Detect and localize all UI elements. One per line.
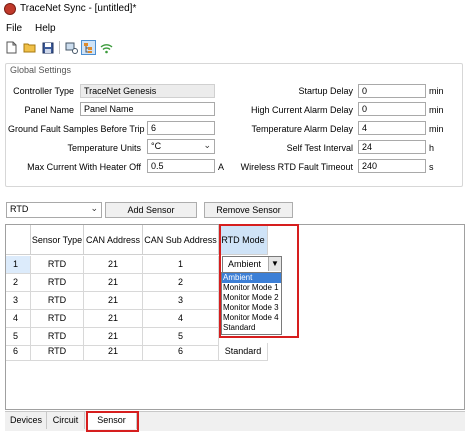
sensor-type-cell[interactable]: RTD bbox=[31, 310, 84, 328]
sensor-type-cell[interactable]: RTD bbox=[31, 292, 84, 310]
ground-fault-samples-label: Ground Fault Samples Before Trip bbox=[8, 124, 145, 134]
sensor-type-cell[interactable]: RTD bbox=[31, 256, 84, 274]
high-current-alarm-delay-unit: min bbox=[429, 105, 444, 115]
wireless-rtd-fault-timeout-unit: s bbox=[429, 162, 434, 172]
tree-view-icon[interactable] bbox=[81, 40, 96, 55]
startup-delay-unit: min bbox=[429, 86, 444, 96]
sensor-tab-highlight-box bbox=[86, 411, 139, 432]
temperature-alarm-delay-label: Temperature Alarm Delay bbox=[251, 124, 353, 134]
can-address-cell[interactable]: 21 bbox=[84, 256, 143, 274]
ground-fault-samples-field[interactable]: 6 bbox=[147, 121, 215, 135]
temperature-units-label: Temperature Units bbox=[67, 143, 141, 153]
open-folder-icon[interactable] bbox=[22, 40, 37, 55]
max-current-field[interactable]: 0.5 bbox=[147, 159, 215, 173]
row-header[interactable]: 6 bbox=[6, 343, 31, 361]
remove-sensor-button[interactable]: Remove Sensor bbox=[204, 202, 293, 218]
menu-help[interactable]: Help bbox=[35, 23, 56, 34]
row-header[interactable]: 4 bbox=[6, 310, 31, 328]
toolbar bbox=[0, 38, 468, 58]
temperature-alarm-delay-field[interactable]: 4 bbox=[358, 121, 426, 135]
max-current-label: Max Current With Heater Off bbox=[27, 162, 141, 172]
max-current-unit: A bbox=[218, 162, 225, 172]
sensor-type-cell[interactable]: RTD bbox=[31, 274, 84, 292]
menu-file[interactable]: File bbox=[6, 23, 22, 34]
column-header-can-sub-address[interactable]: CAN Sub Address bbox=[143, 225, 219, 255]
new-file-icon[interactable] bbox=[4, 40, 19, 55]
self-test-interval-label: Self Test Interval bbox=[286, 143, 353, 153]
self-test-interval-unit: h bbox=[429, 143, 435, 153]
sensor-type-cell[interactable]: RTD bbox=[31, 343, 84, 361]
panel-name-field[interactable]: Panel Name bbox=[80, 102, 215, 116]
sensor-type-select[interactable]: RTD ⌄ bbox=[6, 202, 102, 218]
connect-icon[interactable] bbox=[64, 40, 79, 55]
startup-delay-label: Startup Delay bbox=[298, 86, 353, 96]
temperature-units-select[interactable]: °C ⌄ bbox=[147, 139, 215, 154]
high-current-alarm-delay-label: High Current Alarm Delay bbox=[250, 105, 353, 115]
row-header[interactable]: 2 bbox=[6, 274, 31, 292]
tab-devices[interactable]: Devices bbox=[6, 412, 47, 429]
app-icon bbox=[4, 3, 16, 15]
self-test-interval-field[interactable]: 24 bbox=[358, 140, 426, 154]
chevron-down-icon: ⌄ bbox=[90, 203, 98, 213]
wireless-icon[interactable] bbox=[99, 40, 114, 55]
chevron-down-icon: ⌄ bbox=[203, 140, 211, 150]
wireless-rtd-fault-timeout-field[interactable]: 240 bbox=[358, 159, 426, 173]
can-address-cell[interactable]: 21 bbox=[84, 343, 143, 361]
panel-name-label: Panel Name bbox=[24, 105, 74, 115]
can-address-cell[interactable]: 21 bbox=[84, 292, 143, 310]
add-sensor-button[interactable]: Add Sensor bbox=[105, 202, 197, 218]
row-header[interactable]: 3 bbox=[6, 292, 31, 310]
can-address-cell[interactable]: 21 bbox=[84, 274, 143, 292]
startup-delay-field[interactable]: 0 bbox=[358, 84, 426, 98]
can-sub-address-cell[interactable]: 3 bbox=[143, 292, 219, 310]
toolbar-separator bbox=[59, 41, 60, 54]
temperature-alarm-delay-unit: min bbox=[429, 124, 444, 134]
temperature-units-value: °C bbox=[151, 141, 162, 151]
sensor-type-value: RTD bbox=[10, 204, 29, 214]
global-settings-title: Global Settings bbox=[10, 65, 72, 75]
window-title: TraceNet Sync - [untitled]* bbox=[20, 3, 137, 14]
can-sub-address-cell[interactable]: 1 bbox=[143, 256, 219, 274]
can-sub-address-cell[interactable]: 6 bbox=[143, 343, 219, 361]
save-icon[interactable] bbox=[40, 40, 55, 55]
can-sub-address-cell[interactable]: 2 bbox=[143, 274, 219, 292]
high-current-alarm-delay-field[interactable]: 0 bbox=[358, 102, 426, 116]
row-header[interactable]: 1 bbox=[6, 256, 31, 274]
menu-bar: File Help bbox=[0, 20, 468, 37]
title-bar: TraceNet Sync - [untitled]* bbox=[0, 0, 468, 19]
column-header-sensor-type[interactable]: Sensor Type bbox=[31, 225, 84, 255]
rtd-mode-highlight-box bbox=[219, 224, 299, 338]
column-header-can-address[interactable]: CAN Address bbox=[84, 225, 143, 255]
controller-type-label: Controller Type bbox=[13, 86, 74, 96]
can-sub-address-cell[interactable]: 4 bbox=[143, 310, 219, 328]
can-address-cell[interactable]: 21 bbox=[84, 310, 143, 328]
grid-corner-header bbox=[6, 225, 31, 255]
tab-circuit[interactable]: Circuit bbox=[47, 412, 85, 429]
rtd-mode-cell[interactable]: Standard bbox=[219, 343, 268, 361]
wireless-rtd-fault-timeout-label: Wireless RTD Fault Timeout bbox=[240, 162, 353, 172]
controller-type-field: TraceNet Genesis bbox=[80, 84, 215, 98]
